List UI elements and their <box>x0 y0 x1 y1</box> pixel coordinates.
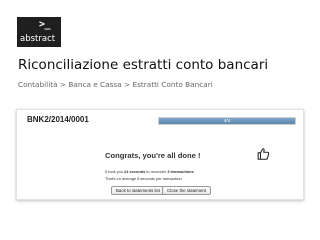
close-statement-button[interactable]: Close the statement <box>162 186 212 195</box>
back-to-statements-button[interactable]: Back to statements list <box>111 186 165 195</box>
summary-duration: 24 seconds <box>124 169 146 174</box>
breadcrumb-item-accounting[interactable]: Contabilità <box>18 80 58 89</box>
breadcrumb-item-bank-cash[interactable]: Banca e Cassa <box>68 80 121 89</box>
statement-name: BNK2/2014/0001 <box>27 115 89 124</box>
summary-count: 3 transactions <box>167 169 194 174</box>
breadcrumb: Contabilità > Banca e Cassa > Estratti C… <box>18 80 213 90</box>
thumbs-up-icon <box>257 148 270 160</box>
reconciliation-average: That's on average 8 seconds per transact… <box>105 176 183 181</box>
progress-label: 4/4 <box>223 118 231 123</box>
page-title: Riconciliazione estratti conto bancari <box>18 57 269 73</box>
reconciliation-summary: It took you 24 seconds to reconcile 3 tr… <box>105 169 195 175</box>
summary-post: . <box>193 169 195 174</box>
logo-name-text: abstract <box>20 34 56 44</box>
reconciliation-panel: BNK2/2014/0001 4/4 Congrats, you're all … <box>16 109 304 200</box>
summary-pre: It took you <box>105 169 125 174</box>
logo-prompt-text: >_ <box>39 19 51 30</box>
summary-mid: to reconcile <box>145 169 168 174</box>
reconciliation-progress-bar: 4/4 <box>158 117 296 125</box>
congrats-heading: Congrats, you're all done ! <box>105 151 201 160</box>
breadcrumb-item-bank-statements[interactable]: Estratti Conto Bancari <box>132 80 212 89</box>
app-logo: >_ abstract <box>17 17 61 47</box>
